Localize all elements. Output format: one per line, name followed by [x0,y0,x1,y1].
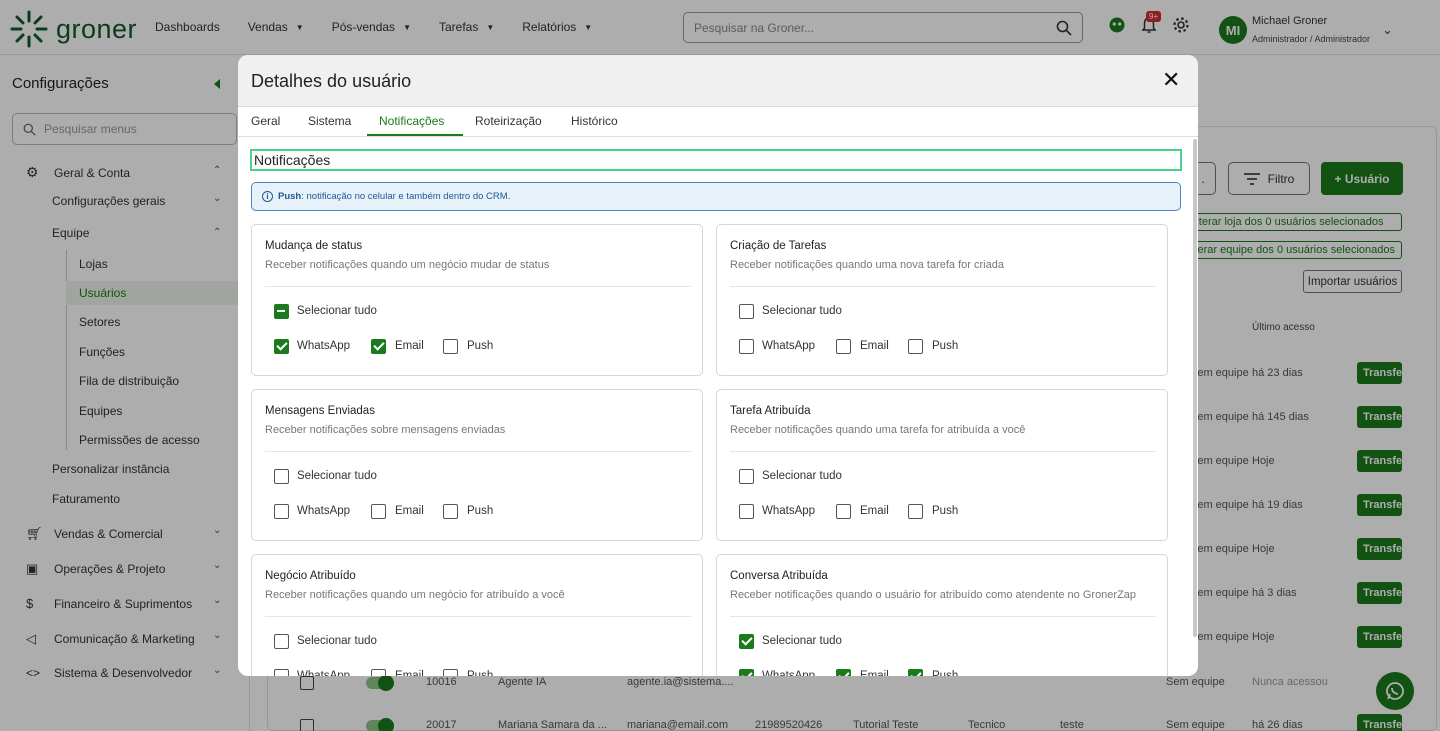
email-checkbox[interactable] [836,669,851,676]
card-title: Negócio Atribuído [265,570,356,582]
modal-title: Detalhes do usuário [251,71,412,91]
select-all-checkbox[interactable] [274,634,289,649]
notification-card-mensagens-enviadas: Mensagens Enviadas Receber notificações … [251,389,703,541]
push-label[interactable]: Push [932,670,958,676]
tab-sistema[interactable]: Sistema [308,114,351,128]
modal-tabs: Geral Sistema Notificações Roteirização … [238,107,1198,137]
card-title: Conversa Atribuída [730,570,828,582]
notification-card-conversa-atribuida: Conversa Atribuída Receber notificações … [716,554,1168,676]
notification-card-tarefa-atribuida: Tarefa Atribuída Receber notificações qu… [716,389,1168,541]
notification-card-mudanca-status: Mudança de status Receber notificações q… [251,224,703,376]
email-label[interactable]: Email [395,670,424,676]
email-checkbox[interactable] [836,339,851,354]
push-label[interactable]: Push [467,505,493,517]
push-checkbox[interactable] [908,669,923,676]
card-title: Criação de Tarefas [730,240,827,252]
divider [730,616,1156,617]
push-info-alert: i Push: notificação no celular e também … [251,182,1181,211]
push-checkbox[interactable] [908,504,923,519]
whatsapp-label[interactable]: WhatsApp [762,340,815,352]
email-label[interactable]: Email [860,505,889,517]
card-description: Receber notificações quando um negócio m… [265,259,550,271]
divider [730,451,1156,452]
notification-card-negocio-atribuido: Negócio Atribuído Receber notificações q… [251,554,703,676]
tab-geral[interactable]: Geral [251,114,280,128]
card-description: Receber notificações sobre mensagens env… [265,424,506,436]
tab-historico[interactable]: Histórico [571,114,618,128]
push-checkbox[interactable] [443,339,458,354]
email-label[interactable]: Email [860,340,889,352]
select-all-checkbox[interactable] [739,469,754,484]
section-title: Notificações [250,149,1182,171]
divider [730,286,1156,287]
whatsapp-checkbox[interactable] [739,339,754,354]
divider [265,286,691,287]
user-details-modal: Detalhes do usuário ✕ Geral Sistema Noti… [238,55,1198,676]
close-icon[interactable]: ✕ [1162,69,1180,91]
select-all-label[interactable]: Selecionar tudo [297,470,377,482]
tab-notificacoes[interactable]: Notificações [379,114,444,128]
card-description: Receber notificações quando uma nova tar… [730,259,1004,271]
info-bold: Push [278,191,302,202]
info-rest: : notificação no celular e também dentro… [301,191,511,202]
notification-card-criacao-tarefas: Criação de Tarefas Receber notificações … [716,224,1168,376]
whatsapp-label[interactable]: WhatsApp [297,340,350,352]
push-checkbox[interactable] [443,669,458,676]
whatsapp-checkbox[interactable] [739,669,754,676]
whatsapp-label[interactable]: WhatsApp [762,670,815,676]
whatsapp-label[interactable]: WhatsApp [297,670,350,676]
modal-body: Notificações i Push: notificação no celu… [238,137,1198,676]
whatsapp-label[interactable]: WhatsApp [297,505,350,517]
email-label[interactable]: Email [860,670,889,676]
email-label[interactable]: Email [395,340,424,352]
select-all-checkbox[interactable] [274,304,289,319]
select-all-label[interactable]: Selecionar tudo [297,635,377,647]
email-checkbox[interactable] [371,669,386,676]
select-all-label[interactable]: Selecionar tudo [297,305,377,317]
select-all-checkbox[interactable] [274,469,289,484]
select-all-checkbox[interactable] [739,304,754,319]
card-title: Mudança de status [265,240,363,252]
whatsapp-checkbox[interactable] [274,339,289,354]
email-checkbox[interactable] [371,504,386,519]
select-all-checkbox[interactable] [739,634,754,649]
divider [265,451,691,452]
select-all-label[interactable]: Selecionar tudo [762,635,842,647]
whatsapp-checkbox[interactable] [274,504,289,519]
tab-roteirizacao[interactable]: Roteirização [475,114,542,128]
email-checkbox[interactable] [836,504,851,519]
push-label[interactable]: Push [467,670,493,676]
whatsapp-label[interactable]: WhatsApp [762,505,815,517]
card-description: Receber notificações quando um negócio f… [265,589,565,601]
card-title: Mensagens Enviadas [265,405,375,417]
card-title: Tarefa Atribuída [730,405,811,417]
active-tab-indicator [367,134,463,136]
divider [265,616,691,617]
info-text: Push: notificação no celular e também de… [278,191,510,202]
push-label[interactable]: Push [467,340,493,352]
whatsapp-checkbox[interactable] [274,669,289,676]
push-checkbox[interactable] [908,339,923,354]
push-checkbox[interactable] [443,504,458,519]
whatsapp-checkbox[interactable] [739,504,754,519]
info-icon: i [262,191,273,202]
email-checkbox[interactable] [371,339,386,354]
select-all-label[interactable]: Selecionar tudo [762,470,842,482]
push-label[interactable]: Push [932,340,958,352]
email-label[interactable]: Email [395,505,424,517]
push-label[interactable]: Push [932,505,958,517]
card-description: Receber notificações quando uma tarefa f… [730,424,1026,436]
select-all-label[interactable]: Selecionar tudo [762,305,842,317]
card-description: Receber notificações quando o usuário fo… [730,589,1137,601]
modal-header: Detalhes do usuário ✕ [238,55,1198,107]
